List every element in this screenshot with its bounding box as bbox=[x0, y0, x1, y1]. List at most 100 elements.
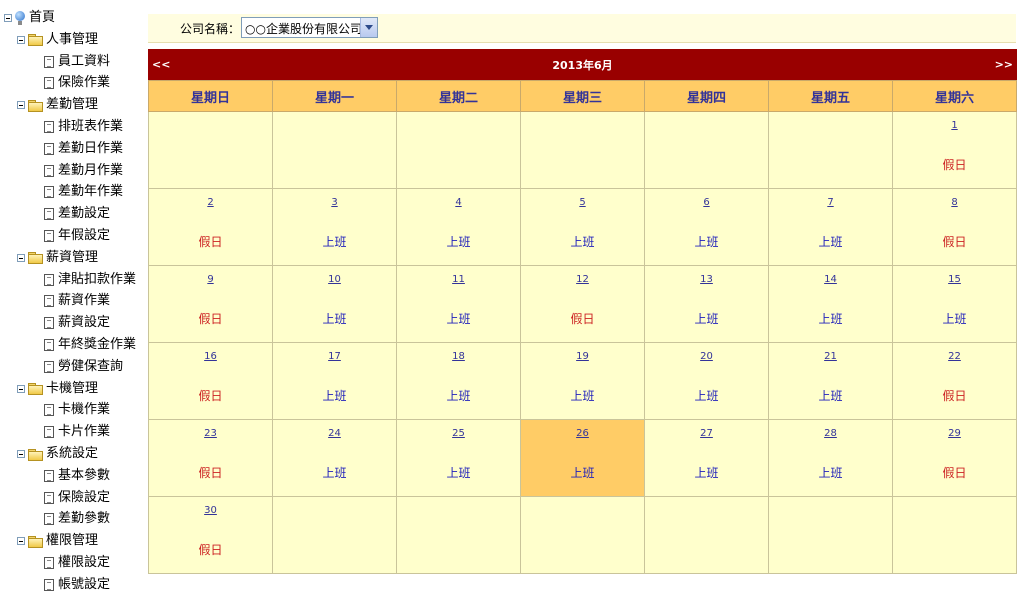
day-number-link[interactable]: 15 bbox=[893, 274, 1016, 288]
day-cell[interactable]: 2 假日 bbox=[148, 188, 273, 266]
tree-folder-item[interactable]: 人事管理 bbox=[17, 30, 98, 50]
day-cell[interactable]: 19 上班 bbox=[520, 342, 645, 420]
tree-leaf-item[interactable]: 排班表作業 bbox=[44, 117, 123, 137]
tree-leaf-item[interactable]: 權限設定 bbox=[44, 553, 110, 573]
day-cell[interactable]: 21 上班 bbox=[768, 342, 893, 420]
day-cell[interactable]: 18 上班 bbox=[396, 342, 521, 420]
day-cell[interactable]: 3 上班 bbox=[272, 188, 397, 266]
tree-leaf-item[interactable]: 薪資作業 bbox=[44, 291, 110, 311]
day-number-link[interactable]: 16 bbox=[149, 351, 272, 365]
day-number-link[interactable]: 24 bbox=[273, 428, 396, 442]
day-number-link[interactable]: 23 bbox=[149, 428, 272, 442]
day-number-link[interactable]: 3 bbox=[273, 197, 396, 211]
day-status: 上班 bbox=[322, 312, 347, 326]
day-cell[interactable]: 28 上班 bbox=[768, 419, 893, 497]
day-cell[interactable]: 20 上班 bbox=[644, 342, 769, 420]
day-cell[interactable]: 24 上班 bbox=[272, 419, 397, 497]
tree-root-item[interactable]: 首頁 bbox=[4, 8, 55, 28]
day-cell[interactable]: 7 上班 bbox=[768, 188, 893, 266]
tree-leaf-item[interactable]: 勞健保查詢 bbox=[44, 357, 123, 377]
tree-leaf-item[interactable]: 基本參數 bbox=[44, 466, 110, 486]
day-cell[interactable]: 26 上班 bbox=[520, 419, 645, 497]
day-number-link[interactable]: 28 bbox=[769, 428, 892, 442]
tree-leaf-item[interactable]: 保險作業 bbox=[44, 73, 110, 93]
day-number-link[interactable]: 8 bbox=[893, 197, 1016, 211]
day-number-link[interactable]: 30 bbox=[149, 505, 272, 519]
tree-folder-item[interactable]: 差勤管理 bbox=[17, 95, 98, 115]
day-cell[interactable]: 29 假日 bbox=[892, 419, 1017, 497]
day-cell[interactable]: 4 上班 bbox=[396, 188, 521, 266]
tree-leaf-item[interactable]: 差勤參數 bbox=[44, 509, 110, 529]
tree-leaf-item[interactable]: 差勤月作業 bbox=[44, 161, 123, 181]
tree-leaf-item[interactable]: 保險設定 bbox=[44, 488, 110, 508]
collapse-icon[interactable] bbox=[17, 537, 25, 546]
day-number-link[interactable]: 25 bbox=[397, 428, 520, 442]
day-number-link[interactable]: 12 bbox=[521, 274, 644, 288]
day-cell[interactable]: 5 上班 bbox=[520, 188, 645, 266]
day-cell[interactable]: 17 上班 bbox=[272, 342, 397, 420]
day-number-link[interactable]: 6 bbox=[645, 197, 768, 211]
day-cell[interactable]: 12 假日 bbox=[520, 265, 645, 343]
day-cell[interactable]: 30 假日 bbox=[148, 496, 273, 574]
tree-leaf-item[interactable]: 員工資料 bbox=[44, 52, 110, 72]
tree-leaf-item[interactable]: 差勤年作業 bbox=[44, 182, 123, 202]
tree-folder-item[interactable]: 系統設定 bbox=[17, 444, 98, 464]
day-cell[interactable]: 11 上班 bbox=[396, 265, 521, 343]
tree-leaf-item[interactable]: 津貼扣款作業 bbox=[44, 270, 136, 290]
day-cell[interactable]: 14 上班 bbox=[768, 265, 893, 343]
day-cell[interactable]: 8 假日 bbox=[892, 188, 1017, 266]
day-number-link[interactable]: 27 bbox=[645, 428, 768, 442]
tree-leaf-item[interactable]: 卡機作業 bbox=[44, 400, 110, 420]
day-number-link[interactable]: 9 bbox=[149, 274, 272, 288]
day-cell[interactable]: 22 假日 bbox=[892, 342, 1017, 420]
tree-leaf-item[interactable]: 差勤設定 bbox=[44, 204, 110, 224]
day-number-link[interactable]: 4 bbox=[397, 197, 520, 211]
day-cell[interactable]: 15 上班 bbox=[892, 265, 1017, 343]
day-number-link[interactable]: 26 bbox=[521, 428, 644, 442]
day-number-link[interactable]: 22 bbox=[893, 351, 1016, 365]
tree-leaf-item[interactable]: 年假設定 bbox=[44, 226, 110, 246]
next-month-button[interactable]: >> bbox=[995, 58, 1013, 71]
day-number-link[interactable]: 18 bbox=[397, 351, 520, 365]
collapse-icon[interactable] bbox=[17, 384, 25, 393]
collapse-icon[interactable] bbox=[17, 101, 25, 110]
day-number-link[interactable]: 14 bbox=[769, 274, 892, 288]
day-cell[interactable]: 27 上班 bbox=[644, 419, 769, 497]
collapse-icon[interactable] bbox=[4, 14, 12, 22]
day-status: 上班 bbox=[446, 389, 471, 403]
tree-leaf-item[interactable]: 薪資設定 bbox=[44, 313, 110, 333]
tree-node-label: 差勤參數 bbox=[58, 511, 111, 527]
dropdown-arrow-icon[interactable] bbox=[360, 18, 377, 37]
day-number-link[interactable]: 11 bbox=[397, 274, 520, 288]
collapse-icon[interactable] bbox=[17, 450, 25, 458]
day-number-link[interactable]: 1 bbox=[893, 120, 1016, 134]
day-number-link[interactable]: 5 bbox=[521, 197, 644, 211]
tree-leaf-item[interactable]: 帳號設定 bbox=[44, 575, 110, 591]
day-number-link[interactable]: 7 bbox=[769, 197, 892, 211]
day-cell[interactable]: 9 假日 bbox=[148, 265, 273, 343]
tree-folder-item[interactable]: 薪資管理 bbox=[17, 248, 98, 268]
day-number-link[interactable]: 29 bbox=[893, 428, 1016, 442]
tree-folder-item[interactable]: 權限管理 bbox=[17, 531, 98, 551]
collapse-icon[interactable] bbox=[17, 253, 25, 262]
tree-leaf-item[interactable]: 差勤日作業 bbox=[44, 139, 123, 159]
day-cell[interactable]: 23 假日 bbox=[148, 419, 273, 497]
day-cell[interactable]: 10 上班 bbox=[272, 265, 397, 343]
company-select[interactable]: ○○企業股份有限公司 bbox=[241, 17, 378, 38]
day-number-link[interactable]: 21 bbox=[769, 351, 892, 365]
day-cell[interactable]: 25 上班 bbox=[396, 419, 521, 497]
tree-folder-item[interactable]: 卡機管理 bbox=[17, 379, 98, 399]
tree-leaf-item[interactable]: 年終獎金作業 bbox=[44, 335, 136, 355]
day-cell[interactable]: 1 假日 bbox=[892, 111, 1017, 189]
day-number-link[interactable]: 19 bbox=[521, 351, 644, 365]
day-number-link[interactable]: 10 bbox=[273, 274, 396, 288]
tree-leaf-item[interactable]: 卡片作業 bbox=[44, 422, 110, 442]
day-number-link[interactable]: 17 bbox=[273, 351, 396, 365]
day-cell[interactable]: 13 上班 bbox=[644, 265, 769, 343]
day-number-link[interactable]: 20 bbox=[645, 351, 768, 365]
day-cell[interactable]: 16 假日 bbox=[148, 342, 273, 420]
day-number-link[interactable]: 13 bbox=[645, 274, 768, 288]
collapse-icon[interactable] bbox=[17, 35, 25, 44]
day-cell[interactable]: 6 上班 bbox=[644, 188, 769, 266]
day-number-link[interactable]: 2 bbox=[149, 197, 272, 211]
